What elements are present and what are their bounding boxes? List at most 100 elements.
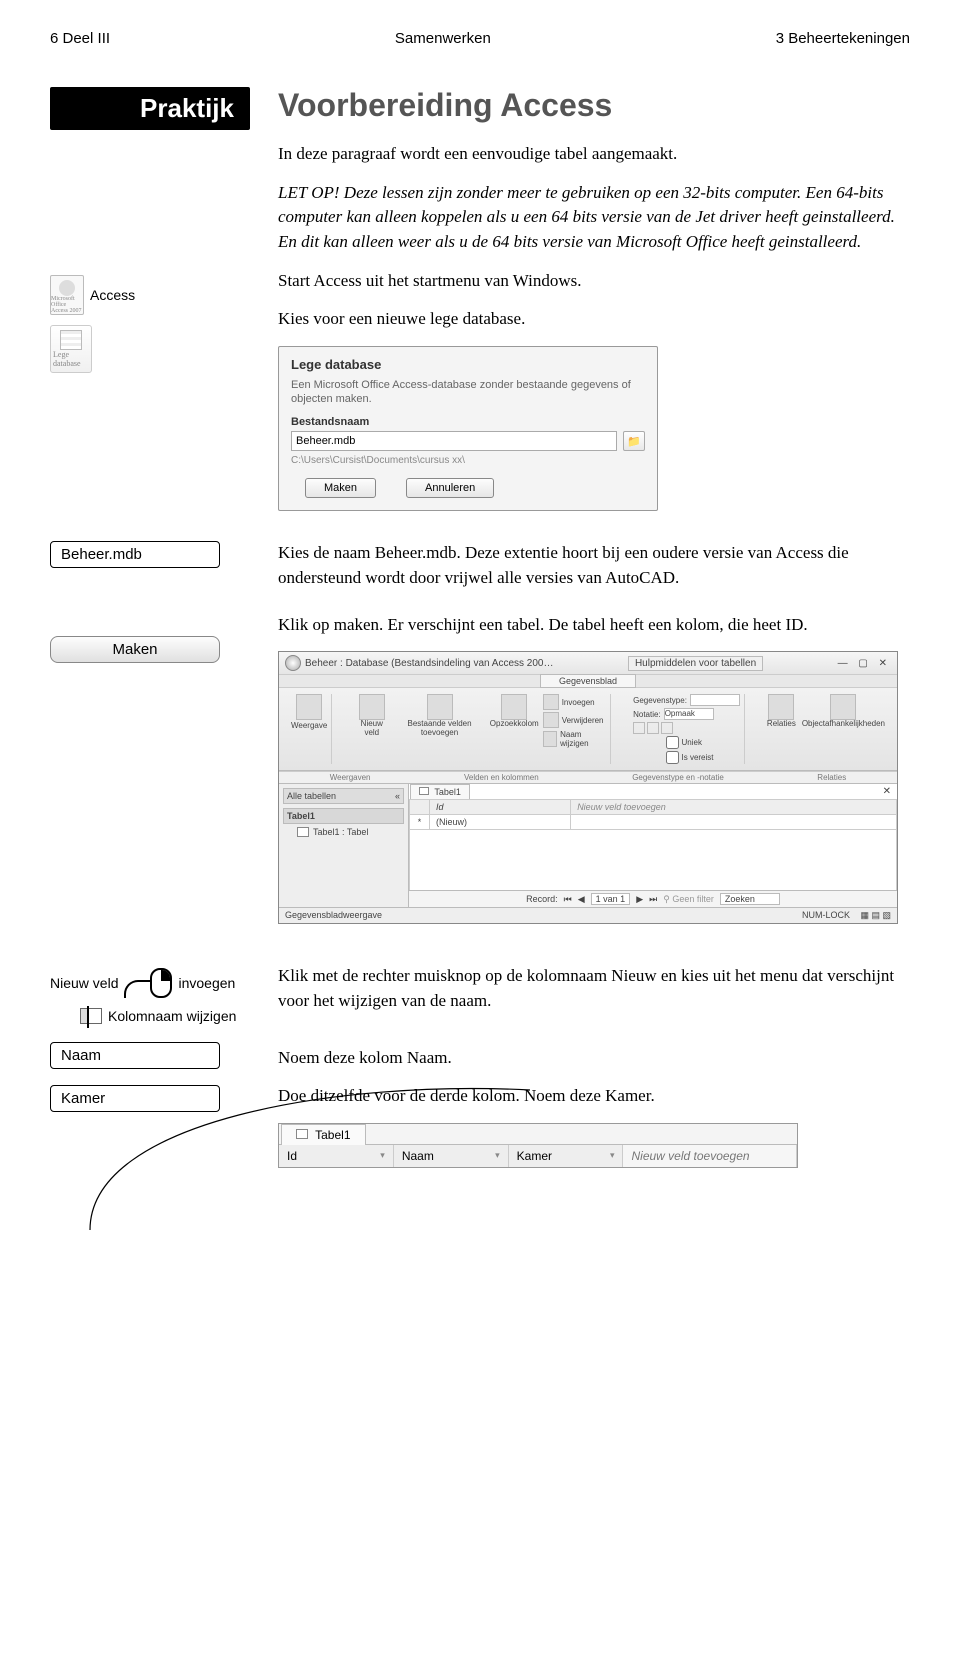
record-last-icon[interactable]: ⏭ <box>649 894 657 905</box>
letop-text: LET OP! Deze lessen zijn zonder meer te … <box>278 181 910 255</box>
ms-access-app-icon: Microsoft Office Access 2007 <box>50 275 84 315</box>
filename-input[interactable] <box>291 431 617 451</box>
beheer-mdb-text: Kies de naam Beheer.mdb. Deze extentie h… <box>278 541 910 590</box>
naam-wijzigen-icon[interactable] <box>543 731 557 747</box>
access-icon-row: Microsoft Office Access 2007 Access <box>50 275 250 315</box>
maken-pill-button[interactable]: Maken <box>50 636 220 663</box>
nav-collapse-icon[interactable]: « <box>395 791 400 801</box>
window-title: Beheer : Database (Bestandsindeling van … <box>305 658 554 669</box>
page-title: Voorbereiding Access <box>278 87 910 124</box>
right-click-action: Nieuw veld invoegen <box>50 968 250 998</box>
kies-lege-text: Kies voor een nieuwe lege database. <box>278 307 910 332</box>
header-left: 6 Deel III <box>50 30 110 47</box>
afhankelijkheden-icon[interactable] <box>830 694 856 720</box>
statusbar-numlock: NUM-LOCK <box>802 910 850 920</box>
window-controls[interactable]: — ▢ ✕ <box>838 658 891 669</box>
office-orb-icon[interactable] <box>285 655 301 671</box>
kamer-box: Kamer <box>50 1085 220 1112</box>
access-icon-label: Access <box>90 287 135 303</box>
context-tab-group: Hulpmiddelen voor tabellen <box>628 656 763 671</box>
weergave-label: Weergave <box>291 722 327 731</box>
record-next-icon[interactable]: ▶ <box>636 894 643 905</box>
relaties-icon[interactable] <box>768 694 794 720</box>
datasheet-tab[interactable]: Tabel1 <box>410 784 470 799</box>
panel-subtitle: Een Microsoft Office Access-database zon… <box>291 378 645 407</box>
statusbar-view: Gegevensbladweergave <box>285 910 382 921</box>
view-switcher-icons[interactable]: ▦ ▤ ▧ <box>860 910 891 920</box>
praktijk-badge: Praktijk <box>50 87 250 130</box>
naam-wijzigen-label: Naam wijzigen <box>560 730 606 748</box>
database-icon <box>60 330 82 350</box>
opzoekkolom-label: Opzoekkolom <box>490 720 539 729</box>
tabel1-tab[interactable]: Tabel1 <box>281 1124 366 1145</box>
nieuw-veld-icon[interactable] <box>359 694 385 720</box>
tab-close-icon[interactable]: ✕ <box>877 784 897 799</box>
noem-naam-text: Noem deze kolom Naam. <box>278 1046 910 1071</box>
panel-title: Lege database <box>291 357 645 372</box>
record-label: Record: <box>526 894 558 904</box>
access-icon-caption: Microsoft Office Access 2007 <box>51 296 83 314</box>
uniek-label: Uniek <box>682 738 702 747</box>
strip-col-new[interactable]: Nieuw veld toevoegen <box>623 1145 797 1167</box>
opzoekkolom-icon[interactable] <box>501 694 527 720</box>
blank-database-panel: Lege database Een Microsoft Office Acces… <box>278 346 658 512</box>
filename-label: Bestandsnaam <box>291 416 645 428</box>
record-navigation-bar: Record: ⏮ ◀ 1 van 1 ▶ ⏭ ⚲ Geen filter Zo… <box>409 890 897 907</box>
context-tab[interactable]: Gegevensblad <box>540 674 636 688</box>
invoegen-label: invoegen <box>178 975 235 991</box>
strip-col-naam[interactable]: Naam▾ <box>394 1145 509 1167</box>
chevron-down-icon[interactable]: ▾ <box>495 1150 500 1161</box>
kolomnaam-wijzigen-label: Kolomnaam wijzigen <box>108 1008 236 1024</box>
start-access-text: Start Access uit het startmenu van Windo… <box>278 269 910 294</box>
maken-text: Klik op maken. Er verschijnt een tabel. … <box>278 613 910 638</box>
invoegen-icon[interactable] <box>543 694 559 710</box>
chevron-down-icon[interactable]: ▾ <box>610 1150 615 1161</box>
panel-annuleren-button[interactable]: Annuleren <box>406 478 494 498</box>
record-first-icon[interactable]: ⏮ <box>564 894 572 905</box>
nieuw-veld-label: Nieuw veld <box>354 720 389 738</box>
record-prev-icon[interactable]: ◀ <box>578 894 585 905</box>
header-center: Samenwerken <box>395 30 491 47</box>
weergave-icon[interactable] <box>296 694 322 720</box>
nav-all-tables[interactable]: Alle tabellen <box>287 791 336 801</box>
right-click-mouse-icon <box>150 968 172 998</box>
bestaande-velden-label: Bestaande velden toevoegen <box>393 720 486 738</box>
nieuw-veld-left-label: Nieuw veld <box>50 975 118 991</box>
datasheet-grid: Id Nieuw veld toevoegen * (Nieuw) <box>409 799 897 830</box>
table-icon <box>419 787 429 795</box>
section-weergaven: Weergaven <box>330 773 371 782</box>
strip-col-kamer[interactable]: Kamer▾ <box>509 1145 624 1167</box>
notatie-combo[interactable]: Opmaak <box>664 708 714 720</box>
col-id[interactable]: Id <box>430 800 571 815</box>
blank-database-icon: Lege database <box>50 325 92 373</box>
bestaande-velden-icon[interactable] <box>427 694 453 720</box>
access-window-screenshot: Beheer : Database (Bestandsindeling van … <box>278 651 898 924</box>
vereist-checkbox[interactable] <box>666 751 679 764</box>
navigation-pane: Alle tabellen « Tabel1 Tabel1 : Tabel <box>279 784 409 907</box>
nav-group-tabel1[interactable]: Tabel1 <box>283 808 404 824</box>
verwijderen-icon[interactable] <box>543 712 559 728</box>
filter-indicator[interactable]: ⚲ Geen filter <box>663 894 714 905</box>
nav-item-tabel1[interactable]: Tabel1 : Tabel <box>313 827 368 837</box>
beheer-mdb-box: Beheer.mdb <box>50 541 220 568</box>
col-new-field[interactable]: Nieuw veld toevoegen <box>571 800 897 815</box>
chevron-down-icon[interactable]: ▾ <box>380 1150 385 1161</box>
gegevenstype-combo[interactable] <box>690 694 740 706</box>
table-icon <box>297 827 309 837</box>
notatie-label: Notatie: <box>633 710 661 719</box>
afhankelijkheden-label: Objectafhankelijkheden <box>802 720 885 729</box>
uniek-checkbox[interactable] <box>666 736 679 749</box>
table-icon <box>296 1129 308 1139</box>
blank-db-caption: Lege database <box>53 350 89 368</box>
search-box[interactable]: Zoeken <box>720 893 780 905</box>
record-position: 1 van 1 <box>591 893 631 905</box>
section-relaties: Relaties <box>817 773 846 782</box>
tabel1-strip-screenshot: Tabel1 Id▾ Naam▾ Kamer▾ Nieuw veld toevo… <box>278 1123 798 1168</box>
gegevenstype-label: Gegevenstype: <box>633 696 687 705</box>
browse-folder-button[interactable]: 📁 <box>623 431 645 451</box>
cell-new[interactable]: (Nieuw) <box>430 815 571 830</box>
strip-col-id[interactable]: Id▾ <box>279 1145 394 1167</box>
naam-box: Naam <box>50 1042 220 1069</box>
panel-maken-button[interactable]: Maken <box>305 478 376 498</box>
rechter-muis-text: Klik met de rechter muisknop op de kolom… <box>278 964 910 1013</box>
